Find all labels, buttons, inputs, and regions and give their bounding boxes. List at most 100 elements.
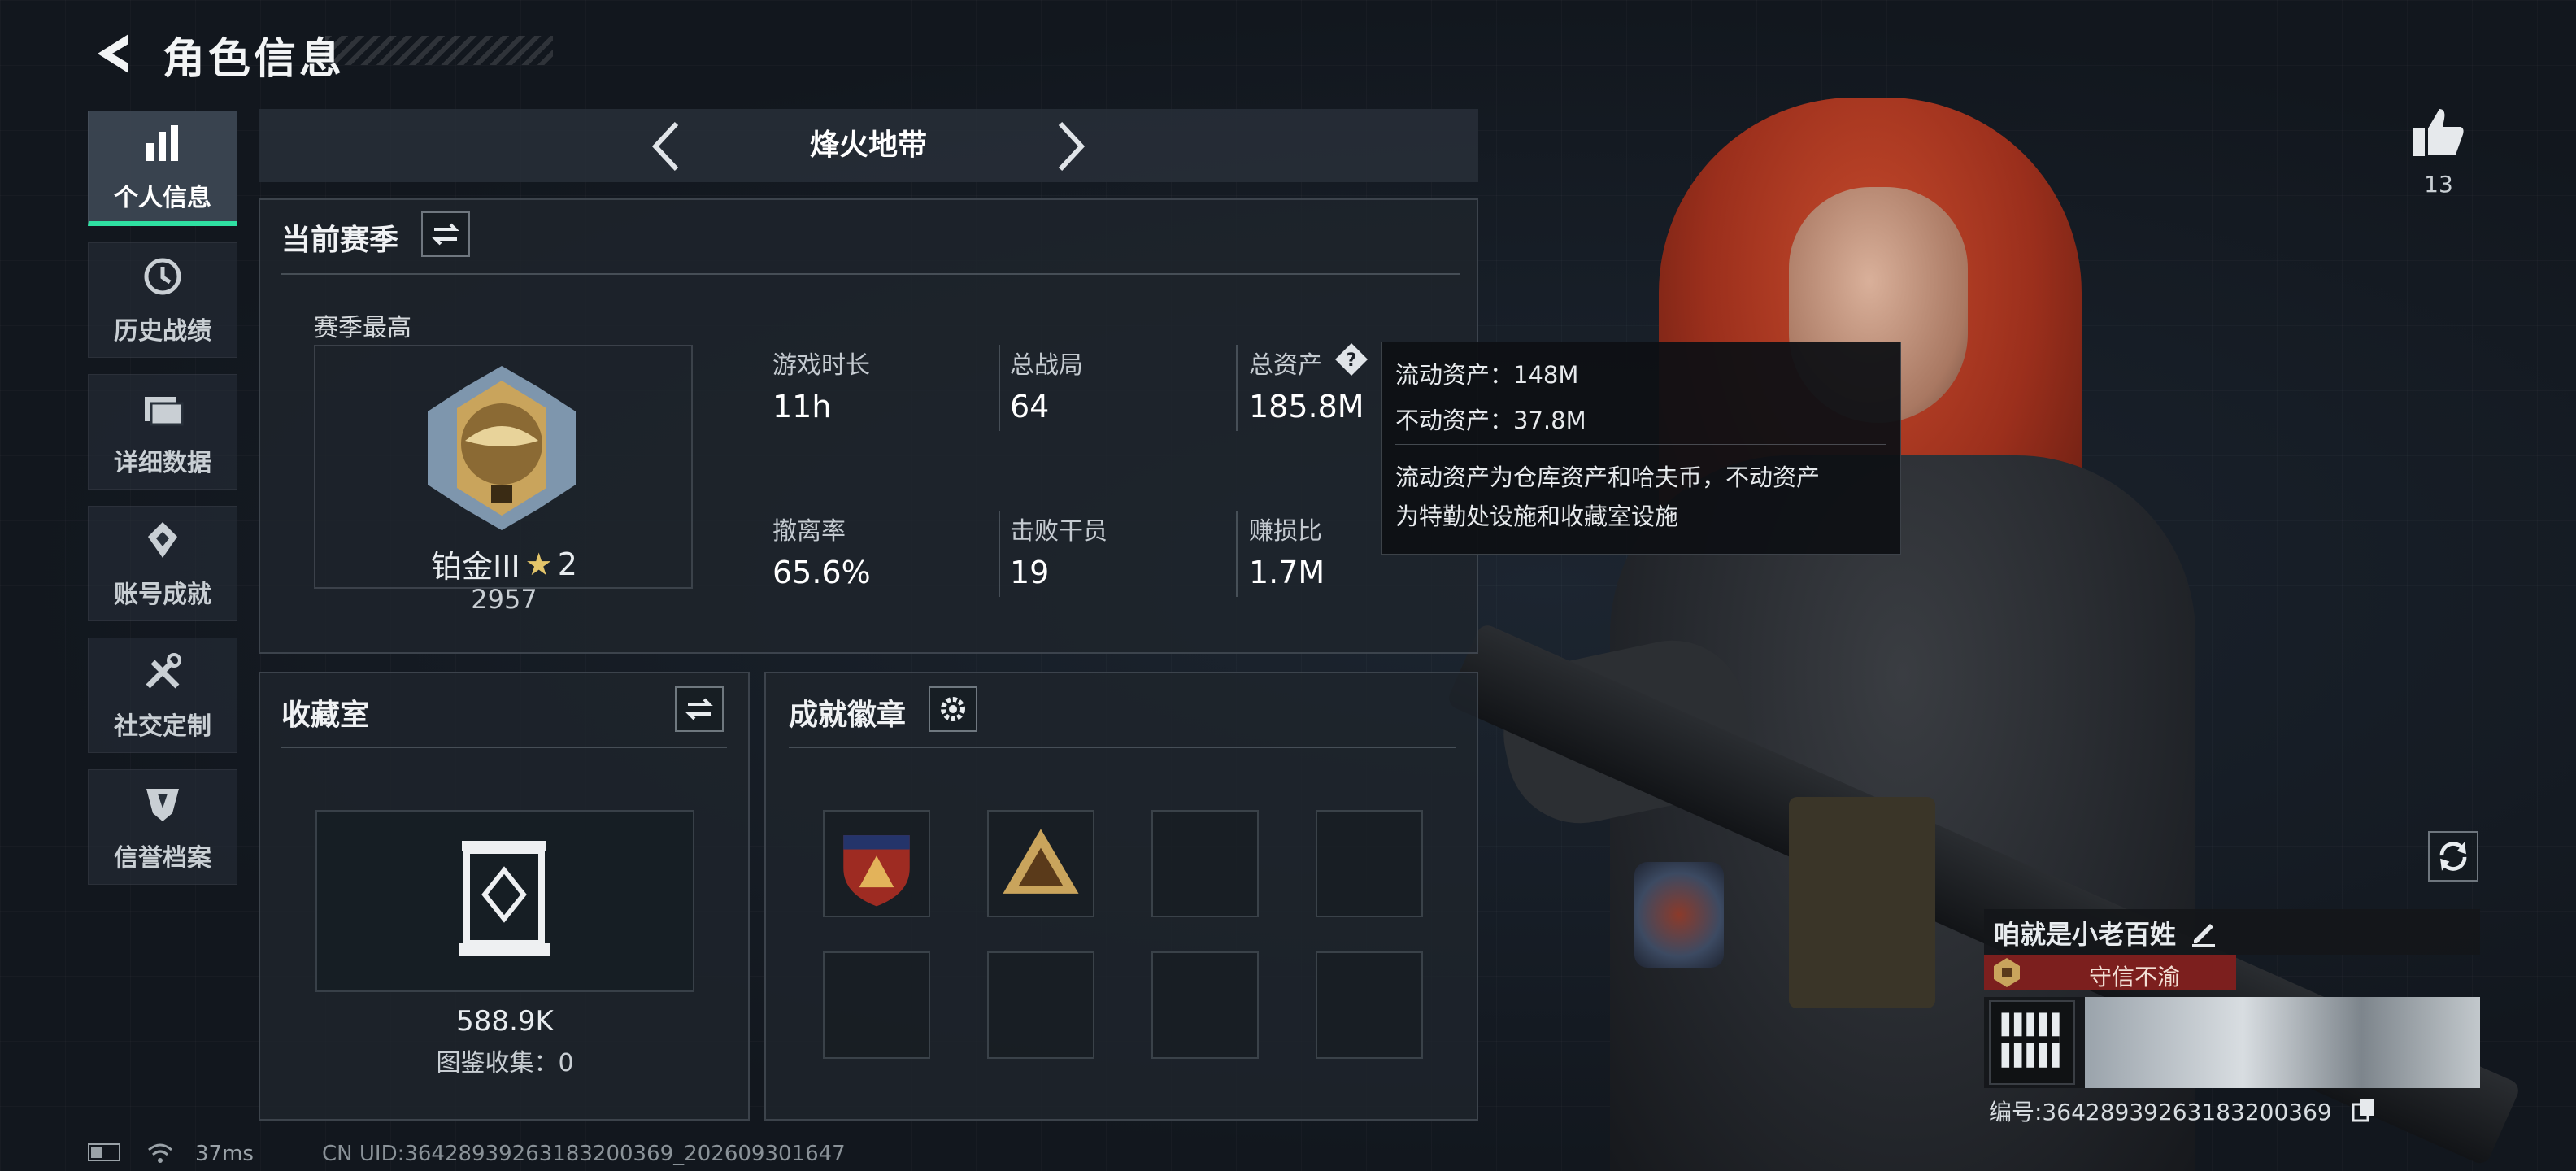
badge-slot[interactable] <box>987 951 1094 1059</box>
eagle-badge-icon <box>843 835 910 907</box>
profile-banner-image <box>2085 997 2480 1088</box>
mode-next-button[interactable] <box>1046 114 1094 179</box>
sidebar-item-history[interactable]: 历史战绩 <box>88 242 237 358</box>
rank-score: 2957 <box>471 584 537 615</box>
sidebar-item-social[interactable]: 社交定制 <box>88 638 237 753</box>
bar-chart-icon <box>146 124 178 161</box>
stat-value-matches: 64 <box>1010 389 1050 424</box>
uid-text: CN UID:3642893926318320​0369_20260930164… <box>322 1142 846 1166</box>
sidebar-item-label: 详细数据 <box>114 449 211 477</box>
collection-case-icon-wrap <box>455 838 553 960</box>
svg-text:?: ? <box>1347 350 1357 371</box>
assets-help-button[interactable]: ? <box>1334 342 1369 377</box>
tooltip-fixed-assets: 不动资产：37.8M <box>1395 407 1586 434</box>
copy-id-button[interactable] <box>2350 1096 2378 1124</box>
stat-label-assets: 总资产 <box>1249 351 1322 380</box>
wifi-icon <box>148 1143 172 1163</box>
collection-count: 图鉴收集：0 <box>436 1049 574 1077</box>
wifi-icon-wrap <box>146 1140 174 1164</box>
gear-icon <box>941 697 965 721</box>
back-button[interactable] <box>89 29 138 78</box>
like-count: 13 <box>2424 171 2453 198</box>
stat-value-kills: 19 <box>1010 555 1050 590</box>
rank-name: 铂金III <box>431 549 520 585</box>
refresh-icon <box>2439 842 2467 871</box>
rotate-character-button[interactable] <box>2428 831 2478 882</box>
sidebar-item-label: 历史战绩 <box>114 317 211 346</box>
switch-arrows-icon <box>685 698 713 720</box>
badge-settings-button[interactable] <box>929 686 977 732</box>
divider <box>999 345 1000 431</box>
credit-badge-icon-wrap <box>1989 955 2025 990</box>
profile-emblem <box>1989 1000 2075 1085</box>
emblem-stripes-icon <box>2001 1012 2060 1068</box>
stat-label-matches: 总战局 <box>1010 351 1083 380</box>
sidebar-item-achievements[interactable]: 账号成就 <box>88 506 237 621</box>
folder-icon <box>145 397 184 426</box>
badge-slot[interactable] <box>1316 810 1423 917</box>
badge-slot[interactable] <box>1151 951 1259 1059</box>
stat-value-extraction-rate: 65.6% <box>772 555 871 590</box>
shield-icon <box>146 789 179 821</box>
collection-panel-title: 收藏室 <box>281 699 370 732</box>
tooltip-description-1: 流动资产为仓库资产和哈夫币，不动资产 <box>1395 464 1821 491</box>
player-name: 咱就是小老百姓 <box>1994 919 2177 950</box>
ping-text: 37ms <box>195 1142 254 1166</box>
collection-value: 588.9K <box>456 1005 554 1038</box>
stat-value-assets: 185.8M <box>1249 389 1364 424</box>
sidebar-item-credit[interactable]: 信誉档案 <box>88 769 237 885</box>
badge-slot[interactable] <box>1151 810 1259 917</box>
credit-badge-text: 守信不渝 <box>2088 964 2180 990</box>
stat-label-profit-ratio: 赚损比 <box>1249 517 1322 546</box>
battery-icon <box>88 1143 120 1161</box>
chevron-left-icon <box>651 121 679 172</box>
triangle-badge-icon <box>1003 829 1079 894</box>
star-icon: ★ <box>524 546 553 582</box>
page-title: 角色信息 <box>163 35 346 84</box>
collection-switch-button[interactable] <box>675 686 724 732</box>
stat-value-playtime: 11h <box>772 389 832 424</box>
divider <box>999 511 1000 597</box>
season-switch-button[interactable] <box>421 211 470 257</box>
edit-name-button[interactable] <box>2187 916 2220 948</box>
stat-label-kills: 击败干员 <box>1010 517 1107 546</box>
history-icon <box>144 258 181 295</box>
mode-prev-button[interactable] <box>642 114 691 179</box>
season-panel-title: 当前赛季 <box>281 224 399 257</box>
rank-stars: 2 <box>557 546 577 582</box>
rifle-magazine <box>1789 797 1935 1008</box>
title-decoration <box>325 36 553 65</box>
badge-slot[interactable] <box>987 810 1094 917</box>
stat-value-profit-ratio: 1.7M <box>1249 555 1325 590</box>
stat-label-extraction-rate: 撤离率 <box>772 517 846 546</box>
badge-slot[interactable] <box>823 951 930 1059</box>
copy-icon <box>2352 1099 2374 1122</box>
player-id: 编号:3642893926318320​0369 <box>1989 1099 2332 1125</box>
back-arrow-icon <box>98 34 128 73</box>
rank-medal <box>416 363 587 533</box>
help-icon: ? <box>1335 343 1368 376</box>
sidebar-item-label: 个人信息 <box>114 183 211 212</box>
character-patch <box>1634 862 1724 968</box>
sidebar-item-profile[interactable]: 个人信息 <box>88 111 237 226</box>
mode-name: 烽火地带 <box>809 128 927 162</box>
stat-label-playtime: 游戏时长 <box>772 351 870 380</box>
sidebar-item-label: 社交定制 <box>114 712 211 741</box>
divider <box>789 747 1456 748</box>
divider <box>1236 345 1238 431</box>
badge-slot[interactable] <box>1316 951 1423 1059</box>
divider <box>281 747 727 748</box>
sidebar-item-details[interactable]: 详细数据 <box>88 374 237 490</box>
rank-line: 铂金III ★ 2 <box>423 542 585 586</box>
pencil-icon <box>2192 924 2215 947</box>
badge-panel-title: 成就徽章 <box>789 699 907 732</box>
like-button[interactable] <box>2410 104 2467 161</box>
thumbs-up-icon <box>2413 109 2464 156</box>
display-case-icon <box>459 841 550 956</box>
achievement-icon <box>148 522 177 558</box>
season-high-label: 赛季最高 <box>314 314 411 342</box>
divider <box>1236 511 1238 597</box>
badge-slot[interactable] <box>823 810 930 917</box>
chevron-right-icon <box>1058 121 1086 172</box>
credit-emblem-icon <box>1994 958 2020 987</box>
